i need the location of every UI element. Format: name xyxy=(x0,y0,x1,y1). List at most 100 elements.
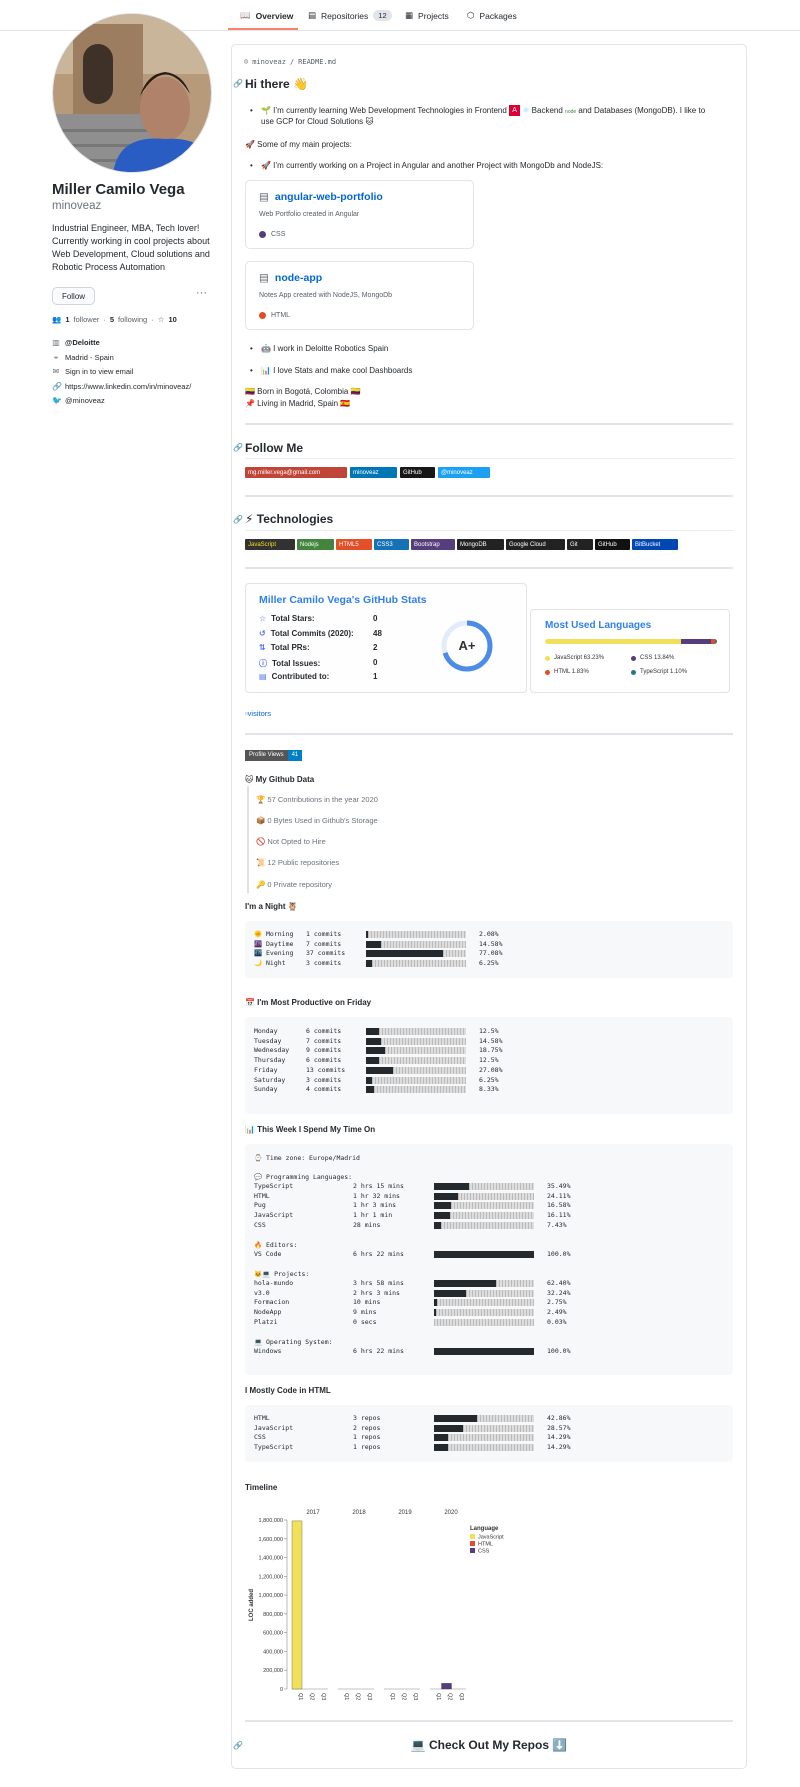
row-name: 🌞 Morning xyxy=(254,930,294,938)
github-data-heading: 🐱 My Github Data xyxy=(245,775,315,784)
anchor-link-icon[interactable]: 🔗 xyxy=(233,1741,243,1750)
github-tech-badge: GitHub xyxy=(595,539,630,550)
progress-empty xyxy=(368,931,466,938)
progress-empty xyxy=(448,1434,534,1442)
timeline-chart: 0 200,000 400,000 600,000 800,000 1,000,000 1,… xyxy=(245,1500,535,1710)
gh-data-line: 🏆 57 Contributions in the year 2020 xyxy=(256,795,378,804)
repo-name[interactable]: ▤ angular-web-portfolio xyxy=(259,191,383,203)
website-link[interactable]: https://www.linkedin.com/in/minoveaz/ xyxy=(65,382,191,391)
year-label: 2020 xyxy=(444,1510,458,1516)
google-cloud-badge: Google Cloud xyxy=(506,539,565,550)
linkedin-badge[interactable]: minoveaz xyxy=(350,467,397,478)
y-tick-label: 1,800,000 xyxy=(259,1518,283,1524)
readme-file-link[interactable]: README.md xyxy=(298,58,336,66)
row-name: Platzi xyxy=(254,1317,278,1326)
repo-name[interactable]: ▤ node-app xyxy=(259,272,322,284)
issue-icon: ⓘ xyxy=(259,659,267,668)
separator: · xyxy=(151,315,154,324)
progress-bar xyxy=(434,1251,534,1258)
github-badge[interactable]: GitHub xyxy=(400,467,435,478)
twitter-link[interactable]: @minoveaz xyxy=(65,396,105,405)
progress-bar xyxy=(434,1444,534,1452)
anchor-link-icon[interactable]: 🔗 xyxy=(233,515,243,524)
tab-projects[interactable]: ▦ Projects xyxy=(405,8,449,23)
progress-bar xyxy=(434,1415,534,1422)
twitter-badge[interactable]: @minoveaz xyxy=(438,467,490,478)
row-value: 9 commits xyxy=(306,1046,342,1055)
progress-fill xyxy=(434,1221,442,1229)
timeline-chart-svg: 0 200,000 400,000 600,000 800,000 1,000,000 1,… xyxy=(249,1510,504,1700)
tab-overview[interactable]: 📖 Overview xyxy=(240,8,293,23)
book-icon: 📖 xyxy=(240,10,251,20)
follow-me-heading: Follow Me xyxy=(245,441,303,455)
languages-title: Most Used Languages xyxy=(545,620,652,631)
progress-empty xyxy=(462,1424,534,1432)
stat-value: 48 xyxy=(373,629,382,638)
path-separator: / xyxy=(289,58,295,66)
people-icon: 👥 xyxy=(52,315,62,324)
followers-count[interactable]: 1 xyxy=(65,315,69,324)
progress-empty xyxy=(372,1076,466,1084)
more-options-button[interactable]: ··· xyxy=(196,287,207,299)
following-count[interactable]: 5 xyxy=(110,315,114,324)
following-label[interactable]: following xyxy=(118,315,147,324)
avatar[interactable] xyxy=(52,13,212,173)
row-percent: 14.58% xyxy=(479,939,503,948)
anchor-link-icon[interactable]: 🔗 xyxy=(233,443,243,452)
active-tab-indicator xyxy=(228,28,298,30)
progress-empty xyxy=(496,1280,534,1287)
readme-user-link[interactable]: minoveaz xyxy=(252,58,286,66)
x-tick-label: Q1 xyxy=(435,1693,441,1700)
tab-packages[interactable]: ⬡ Packages xyxy=(467,8,517,23)
lang-bar-segment xyxy=(680,639,711,644)
progress-bar xyxy=(434,1299,534,1307)
progress-empty xyxy=(380,940,466,948)
x-tick-label: Q3 xyxy=(458,1693,464,1700)
languages-bar xyxy=(545,639,717,644)
email-signin-link[interactable]: Sign in to view email xyxy=(65,367,133,376)
x-tick-label: Q3 xyxy=(412,1693,418,1700)
lang-label: JavaScript 63.23% xyxy=(554,655,605,661)
progress-fill xyxy=(366,1066,394,1074)
row-value: 1 hr 3 mins xyxy=(353,1201,397,1210)
progress-bar xyxy=(434,1280,534,1287)
lang-label: TypeScript 1.10% xyxy=(640,669,688,675)
followers-label[interactable]: follower xyxy=(74,315,100,324)
follow-button[interactable]: Follow xyxy=(52,287,95,305)
stat-row: ☆ Total Stars: xyxy=(259,614,315,623)
progress-bar xyxy=(366,1047,466,1055)
stars-count[interactable]: 10 xyxy=(168,315,176,324)
row-percent: 6.25% xyxy=(479,1075,499,1084)
visitors-image-link[interactable]: ▫visitors xyxy=(245,708,271,719)
row-percent: 35.49% xyxy=(547,1182,571,1190)
lang-label: HTML 1.83% xyxy=(554,669,589,675)
row-name: Tuesday xyxy=(254,1036,282,1045)
tab-repositories[interactable]: ▤ Repositories 12 xyxy=(308,8,392,23)
profile-views-badge: Profile Views 41 xyxy=(245,750,303,761)
gmail-badge[interactable]: mg.miller.vega@gmail.com xyxy=(245,467,347,478)
repo-card-node[interactable]: ▤ node-app Notes App created with NodeJS,… xyxy=(245,261,474,330)
company-link[interactable]: @Deloitte xyxy=(65,338,100,347)
progress-empty xyxy=(378,1057,466,1065)
legend-label: HTML xyxy=(478,1542,493,1548)
row-percent: 6.25% xyxy=(479,959,499,968)
progress-fill xyxy=(434,1212,451,1220)
gh-data-line: 🔑 0 Private repository xyxy=(256,880,333,889)
progress-bar xyxy=(434,1434,534,1442)
row-name: v3.0 xyxy=(254,1288,270,1297)
anchor-link-icon[interactable]: 🔗 xyxy=(233,79,243,88)
progress-bar xyxy=(434,1424,534,1432)
css3-badge: CSS3 xyxy=(374,539,409,550)
row-percent: 24.11% xyxy=(547,1191,571,1200)
row-percent: 7.43% xyxy=(547,1220,567,1229)
react-icon: ⚛ xyxy=(522,106,530,115)
progress-empty xyxy=(448,1444,534,1452)
row-percent: 42.86% xyxy=(547,1414,571,1422)
repo-card-angular[interactable]: ▤ angular-web-portfolio Web Portfolio cre… xyxy=(245,180,474,249)
profile-bio: Industrial Engineer, MBA, Tech lover! Cu… xyxy=(52,223,210,272)
stat-label: Total Stars: xyxy=(271,614,315,623)
lang-text: CSS xyxy=(271,231,286,238)
row-value: 0 secs xyxy=(353,1317,377,1326)
progress-bar xyxy=(366,960,466,968)
octocat-icon: 🐱 xyxy=(363,117,374,126)
